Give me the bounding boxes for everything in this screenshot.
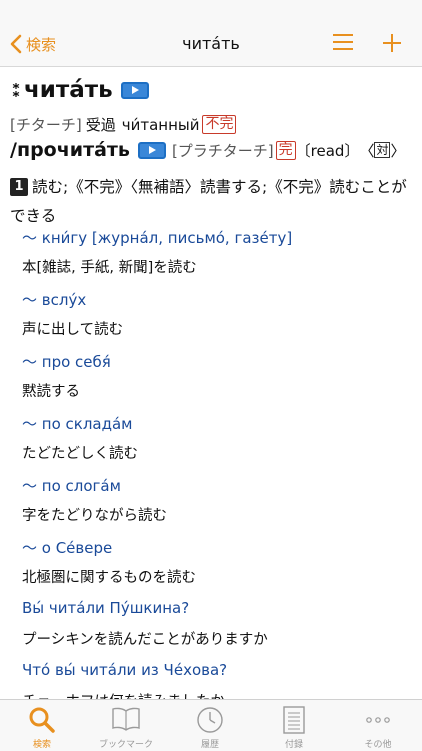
tab-label: 検索	[32, 740, 51, 750]
book-icon	[112, 707, 140, 731]
pronunciation: [プラチターチ]	[171, 141, 274, 160]
list-icon	[333, 34, 353, 50]
headword-line: читáть	[10, 77, 149, 103]
example-russian[interactable]: 〜 про себя́	[22, 351, 111, 372]
example-japanese: プーシキンを読んだことがありますか	[22, 632, 268, 648]
example-japanese: 本[雑誌, 手紙, 新聞]を読む	[22, 260, 197, 276]
more-icon	[366, 717, 390, 723]
play-icon	[148, 146, 156, 154]
play-icon	[131, 86, 139, 94]
example-russian[interactable]: 〜 вслýх	[22, 289, 86, 310]
example-russian[interactable]: 〜 по слогáм	[22, 475, 121, 496]
grammar-tag: 対	[374, 142, 391, 158]
example-japanese: 声に出して読む	[22, 322, 124, 338]
tab-label: 履歴	[200, 740, 219, 750]
example-japanese: たどたどしく読む	[22, 446, 138, 462]
list-button[interactable]	[332, 33, 354, 55]
example-russian[interactable]: 〜 по складáм	[22, 413, 133, 434]
search-icon	[29, 707, 55, 733]
tab-label: 付録	[284, 740, 303, 750]
tab-search[interactable]: 検索	[0, 700, 84, 751]
tab-more[interactable]: その他	[336, 700, 420, 751]
entry-content: читáть [チターチ] 受過 чи́танный 不完 / прочитáт…	[0, 67, 422, 699]
aspect-tag: 不完	[202, 115, 237, 134]
tab-appendix[interactable]: 付録	[252, 700, 336, 751]
tab-bookmark[interactable]: ブックマーク	[84, 700, 168, 751]
example-russian[interactable]: 〜 о Сéвере	[22, 537, 112, 558]
open-bracket: 〈	[359, 141, 375, 160]
sense-text: 読む;《不完》〈無補語〉読書する;《不完》読むことができる	[10, 178, 407, 225]
close-bracket: 〉	[390, 141, 406, 160]
add-button[interactable]	[382, 33, 402, 57]
play-audio-button[interactable]	[137, 141, 166, 159]
example-japanese: 北極圏に関するものを読む	[22, 570, 196, 586]
tab-bar: 検索 ブックマーク 履歴 付録 その他	[0, 699, 422, 751]
example-russian[interactable]: Вы́ читáли Пýшкина?	[22, 599, 189, 617]
pronunciation: [チターチ]	[10, 116, 82, 134]
participle-form: чи́танный	[121, 115, 200, 134]
inflection-line: [チターチ] 受過 чи́танный 不完	[10, 114, 237, 135]
aspect-pair-line: / прочитáть [プラチターチ] 完 〔read〕 〈 対 〉	[10, 139, 406, 161]
example-japanese: 字をたどりながら読む	[22, 508, 167, 524]
english-gloss: 〔read〕	[295, 141, 360, 160]
document-icon	[283, 706, 305, 734]
navigation-bar: 検索 читáть	[0, 0, 422, 67]
aspect-pair-word[interactable]: прочитáть	[17, 139, 130, 161]
sense-definition: 1 読む;《不完》〈無補語〉読書する;《不完》読むことができる	[10, 173, 415, 231]
sense-number: 1	[10, 178, 28, 196]
page-title: читáть	[182, 34, 240, 53]
frequency-mark-icon	[10, 82, 22, 98]
example-japanese: 黙読する	[22, 384, 80, 400]
aspect-tag: 完	[275, 140, 296, 160]
plus-icon	[383, 34, 401, 52]
tab-label: その他	[364, 740, 392, 750]
tab-label: ブックマーク	[98, 740, 153, 750]
play-audio-button[interactable]	[120, 81, 149, 99]
clock-icon	[197, 707, 223, 733]
part-of-speech: 受過	[85, 116, 116, 134]
tab-history[interactable]: 履歴	[168, 700, 252, 751]
slash: /	[10, 139, 17, 161]
example-russian[interactable]: 〜 кни́гу [журнáл, письмó, газéту]	[22, 227, 292, 248]
headword: читáть	[24, 77, 113, 103]
example-russian[interactable]: Чтó вы́ читáли из Чéхова?	[22, 661, 227, 679]
example-japanese: チェーホフは何を読みましたか	[22, 690, 225, 699]
